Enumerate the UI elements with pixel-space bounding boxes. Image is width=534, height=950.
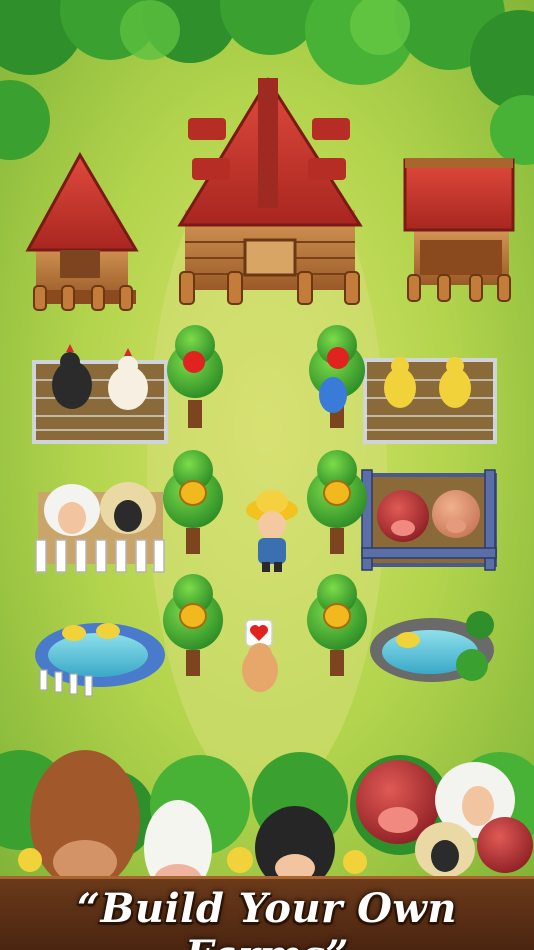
honey-pot-icon: [179, 480, 207, 506]
dog-with-heart[interactable]: [242, 619, 278, 692]
pig-pen[interactable]: [361, 469, 497, 571]
market-stall[interactable]: [403, 158, 515, 302]
farm-map: [0, 0, 534, 950]
honey-pot-icon: [179, 603, 207, 629]
apple-icon: [327, 347, 349, 369]
farm-scene: “Build Your Own Farms”: [0, 0, 534, 950]
sheep-pen[interactable]: [35, 482, 165, 573]
apple-icon: [183, 351, 205, 373]
honey-pot-icon: [323, 603, 351, 629]
banner-title: “Build Your Own Farms”: [77, 885, 457, 950]
honey-pot-icon: [323, 480, 351, 506]
chick-pen[interactable]: [363, 357, 497, 444]
